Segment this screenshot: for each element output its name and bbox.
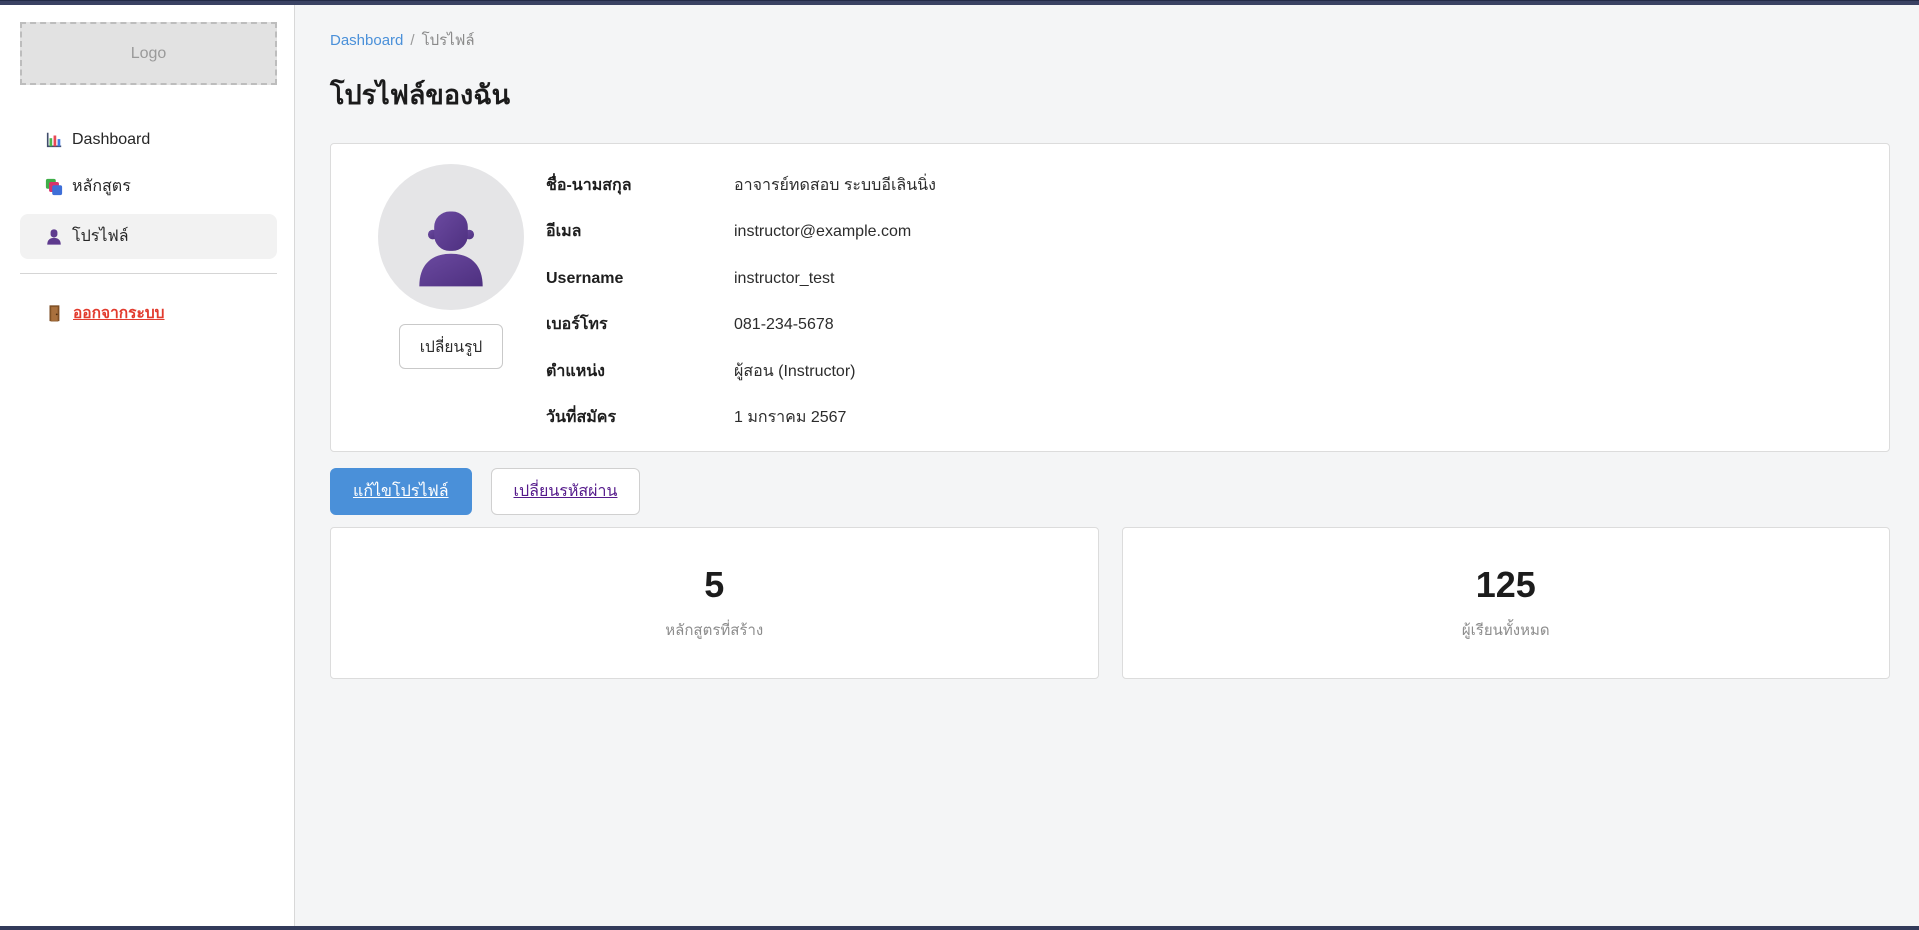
stat-value: 125 [1476, 564, 1536, 606]
logo-text: Logo [131, 45, 167, 63]
breadcrumb-dashboard-link[interactable]: Dashboard [330, 32, 403, 49]
bottom-accent-bar [0, 926, 1919, 930]
logout-label: ออกจากระบบ [73, 300, 165, 325]
field-value: instructor_test [734, 268, 834, 290]
sidebar-item-dashboard[interactable]: Dashboard [20, 121, 277, 159]
profile-actions: แก้ไขโปรไฟล์ เปลี่ยนรหัสผ่าน [330, 468, 1890, 515]
field-value: อาจารย์ทดสอบ ระบบอีเลินนิ่ง [734, 175, 936, 197]
stat-card-total-learners: 125 ผู้เรียนทั้งหมด [1122, 527, 1891, 679]
edit-profile-button[interactable]: แก้ไขโปรไฟล์ [330, 468, 472, 515]
person-icon [403, 200, 499, 296]
stat-card-courses-created: 5 หลักสูตรที่สร้าง [330, 527, 1099, 679]
breadcrumb-separator: / [410, 32, 414, 49]
door-icon [45, 304, 63, 322]
avatar [378, 164, 524, 310]
stat-value: 5 [704, 564, 724, 606]
stat-label: หลักสูตรที่สร้าง [665, 618, 763, 642]
sidebar: Logo Dashboard [0, 5, 295, 926]
app-frame: Logo Dashboard [0, 5, 1919, 926]
stat-label: ผู้เรียนทั้งหมด [1462, 618, 1550, 642]
change-password-button[interactable]: เปลี่ยนรหัสผ่าน [491, 468, 641, 515]
breadcrumb-current: โปรไฟล์ [422, 32, 475, 49]
page-title: โปรไฟล์ของฉัน [330, 73, 1890, 116]
sidebar-item-courses[interactable]: หลักสูตร [20, 164, 277, 209]
sidebar-item-label: Dashboard [72, 131, 150, 149]
profile-fields: ชื่อ-นามสกุล อาจารย์ทดสอบ ระบบอีเลินนิ่ง… [546, 164, 1861, 429]
field-value: 081-234-5678 [734, 314, 834, 336]
profile-field-row-joined: วันที่สมัคร 1 มกราคม 2567 [546, 407, 1861, 429]
field-label: อีเมล [546, 221, 734, 243]
bar-chart-icon [45, 131, 63, 149]
sidebar-item-label: หลักสูตร [72, 174, 131, 199]
courses-icon [45, 178, 63, 196]
field-value: ผู้สอน (Instructor) [734, 361, 855, 383]
avatar-column: เปลี่ยนรูป [356, 164, 546, 429]
sidebar-item-label: โปรไฟล์ [72, 224, 129, 249]
main-content: Dashboard / โปรไฟล์ โปรไฟล์ของฉัน [295, 5, 1919, 926]
breadcrumb: Dashboard / โปรไฟล์ [330, 28, 1890, 52]
field-label: วันที่สมัคร [546, 407, 734, 429]
sidebar-divider [20, 273, 277, 274]
sidebar-item-profile[interactable]: โปรไฟล์ [20, 214, 277, 259]
sidebar-nav: Dashboard หลักสูตร [0, 121, 294, 259]
profile-field-row-name: ชื่อ-นามสกุล อาจารย์ทดสอบ ระบบอีเลินนิ่ง [546, 175, 1861, 197]
profile-field-row-position: ตำแหน่ง ผู้สอน (Instructor) [546, 361, 1861, 383]
profile-field-row-email: อีเมล instructor@example.com [546, 221, 1861, 243]
logout-link[interactable]: ออกจากระบบ [20, 300, 277, 325]
field-label: เบอร์โทร [546, 314, 734, 336]
field-label: ชื่อ-นามสกุล [546, 175, 734, 197]
stats-row: 5 หลักสูตรที่สร้าง 125 ผู้เรียนทั้งหมด [330, 527, 1890, 679]
profile-field-row-username: Username instructor_test [546, 268, 1861, 290]
profile-card: เปลี่ยนรูป ชื่อ-นามสกุล อาจารย์ทดสอบ ระบ… [330, 143, 1890, 452]
field-value: 1 มกราคม 2567 [734, 407, 846, 429]
field-value: instructor@example.com [734, 221, 911, 243]
person-icon [45, 228, 63, 246]
field-label: ตำแหน่ง [546, 361, 734, 383]
change-photo-button[interactable]: เปลี่ยนรูป [399, 324, 503, 369]
profile-field-row-phone: เบอร์โทร 081-234-5678 [546, 314, 1861, 336]
logo-placeholder: Logo [20, 22, 277, 85]
field-label: Username [546, 268, 734, 290]
